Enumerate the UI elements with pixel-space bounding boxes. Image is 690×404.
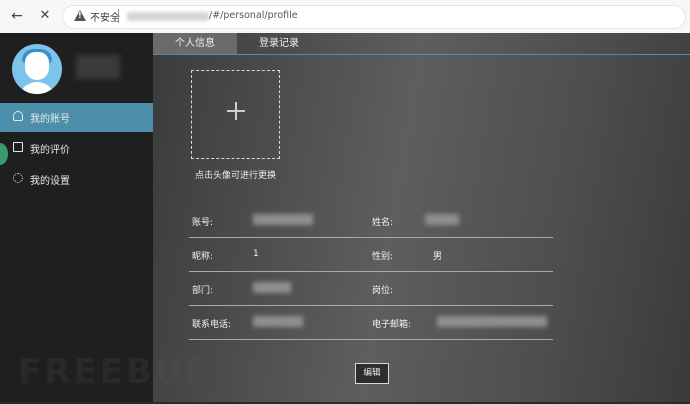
redacted-email-value (437, 316, 547, 327)
tab-personal-info[interactable]: 个人信息 (153, 33, 237, 54)
tab-bar: 个人信息 登录记录 (153, 33, 690, 55)
sidebar-item-my-settings[interactable]: 我的设置 (0, 165, 153, 194)
sidebar-item-my-account[interactable]: 我的账号 (0, 103, 153, 132)
sidebar-item-label: 我的评价 (30, 145, 70, 156)
avatar-upload-hint: 点击头像可进行更换 (195, 171, 277, 181)
main-content: 个人信息 登录记录 点击头像可进行更换 账号: 姓名: 昵称: 1 性别: 男 … (153, 33, 690, 404)
nickname-label: 昵称: (192, 252, 214, 262)
gender-value: 男 (433, 252, 443, 262)
sidebar-item-label: 我的账号 (30, 114, 70, 125)
phone-label: 联系电话: (192, 320, 232, 330)
comment-icon (13, 142, 23, 152)
avatar[interactable] (12, 44, 62, 94)
close-icon[interactable]: ✕ (36, 7, 54, 25)
address-bar[interactable]: 不安全 /#/personal/profile (62, 5, 686, 29)
name-label: 姓名: (372, 218, 394, 228)
info-row-department: 部门: 岗位: (189, 271, 553, 306)
info-row-nickname: 昵称: 1 性别: 男 (189, 237, 553, 272)
warning-icon (74, 10, 86, 21)
insecure-label: 不安全 (90, 13, 120, 24)
redacted-account-value (253, 214, 313, 225)
account-label: 账号: (192, 218, 214, 228)
department-label: 部门: (192, 286, 214, 296)
sidebar: 我的账号 我的评价 我的设置 (0, 33, 153, 404)
back-arrow-icon[interactable]: ← (8, 7, 26, 25)
redacted-name-value (425, 214, 459, 225)
gear-icon (13, 173, 23, 183)
watermark-logo: FREEBUF (18, 352, 212, 392)
redacted-department-value (253, 282, 291, 293)
info-row-contact: 联系电话: 电子邮箱: (189, 305, 553, 340)
user-icon (13, 111, 23, 121)
tab-login-records[interactable]: 登录记录 (248, 33, 310, 54)
sidebar-item-label: 我的设置 (30, 176, 70, 187)
redacted-url-host (127, 12, 209, 21)
plus-icon (227, 102, 245, 120)
redacted-phone-value (253, 316, 303, 327)
browser-toolbar: ← ✕ 不安全 /#/personal/profile (0, 0, 690, 34)
sidebar-item-my-reviews[interactable]: 我的评价 (0, 134, 153, 163)
email-label: 电子邮箱: (372, 320, 412, 330)
nickname-value: 1 (253, 249, 259, 259)
avatar-upload-box[interactable] (191, 70, 280, 159)
redacted-username (76, 55, 120, 79)
info-row-account: 账号: 姓名: (189, 203, 553, 238)
url-path: /#/personal/profile (209, 10, 298, 21)
edit-button[interactable]: 编辑 (355, 363, 389, 384)
gender-label: 性别: (372, 252, 394, 262)
address-separator (118, 9, 119, 23)
position-label: 岗位: (372, 286, 394, 296)
